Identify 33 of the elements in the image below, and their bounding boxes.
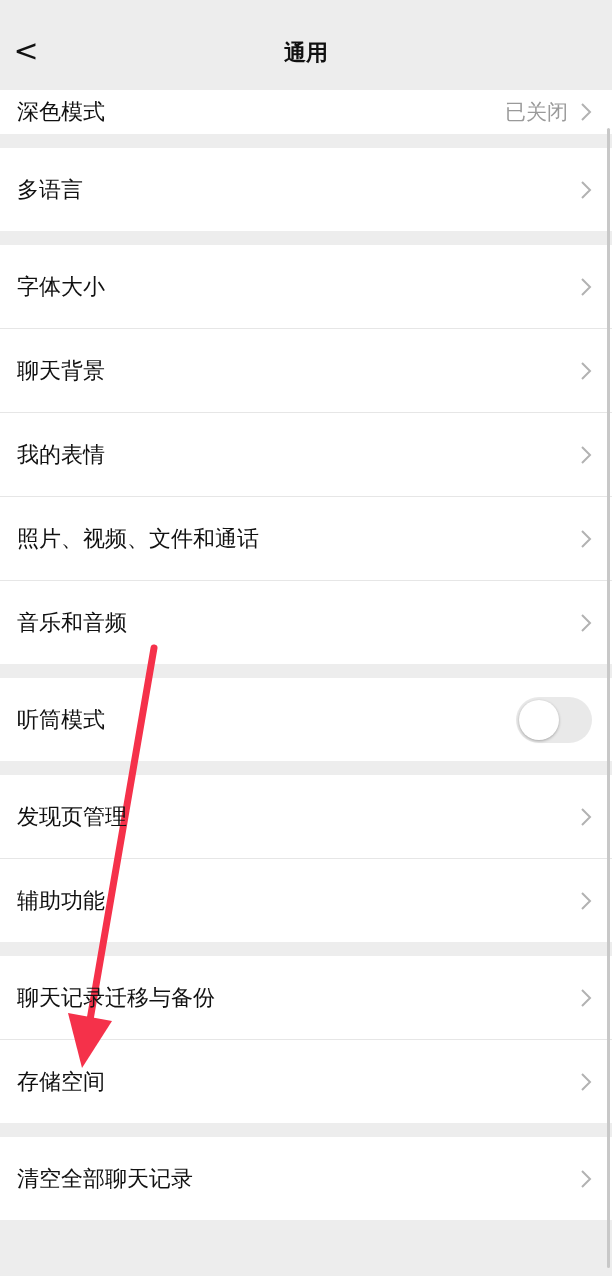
chevron-icon [580,276,592,297]
row-label: 音乐和音频 [17,608,127,637]
row-label: 多语言 [17,175,83,204]
settings-row[interactable]: 存储空间 [0,1040,612,1123]
row-label: 清空全部聊天记录 [17,1164,193,1193]
row-label: 字体大小 [17,272,105,301]
settings-row[interactable]: 深色模式 已关闭 [0,90,612,134]
settings-row[interactable]: 多语言 [0,148,612,231]
row-label: 照片、视频、文件和通话 [17,524,259,553]
settings-row[interactable]: 辅助功能 [0,859,612,942]
chevron-icon [580,179,592,200]
chevron-icon [580,987,592,1008]
chevron-icon [580,1071,592,1092]
toggle-switch[interactable] [516,696,592,743]
page-title: 通用 [284,39,328,67]
row-label: 听筒模式 [17,705,106,734]
row-value: 已关闭 [505,99,568,126]
chevron-icon [580,102,592,122]
settings-row[interactable]: 清空全部聊天记录 [0,1137,612,1220]
row-label: 深色模式 [17,98,105,126]
back-button[interactable]: < [8,30,44,70]
chevron-icon [580,806,592,827]
row-label: 我的表情 [17,440,105,469]
row-label: 聊天背景 [17,356,105,385]
chevron-icon [580,444,592,465]
chevron-icon [580,360,592,381]
chevron-icon [580,612,592,633]
row-label: 存储空间 [17,1067,105,1096]
row-label: 辅助功能 [17,886,105,915]
chevron-icon [580,890,592,911]
settings-row[interactable]: 音乐和音频 [0,581,612,664]
chevron-icon [580,528,592,549]
chevron-icon [580,1168,592,1189]
